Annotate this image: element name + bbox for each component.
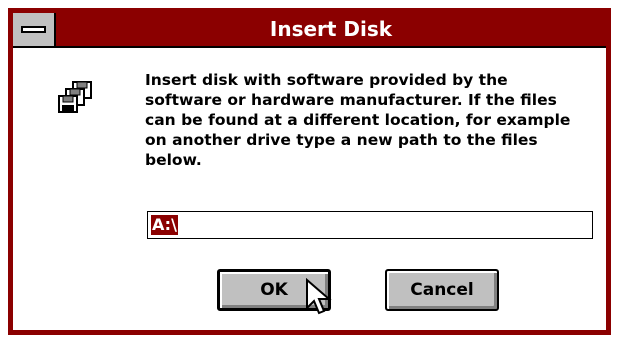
cancel-button-label: Cancel — [410, 280, 474, 300]
disk-icon — [58, 81, 92, 113]
path-input-value: A:\ — [151, 215, 178, 235]
title-bar[interactable]: Insert Disk — [13, 13, 606, 48]
cancel-button[interactable]: Cancel — [385, 269, 499, 311]
dialog-message: Insert disk with software provided by th… — [145, 71, 571, 169]
system-menu-icon — [21, 26, 46, 33]
screen: Insert Disk Insert disk with software pr… — [0, 0, 619, 337]
dialog-title: Insert Disk — [269, 17, 393, 41]
system-menu-button[interactable] — [13, 13, 56, 46]
path-input[interactable]: A:\ — [147, 211, 593, 239]
mouse-pointer-icon — [306, 278, 332, 315]
